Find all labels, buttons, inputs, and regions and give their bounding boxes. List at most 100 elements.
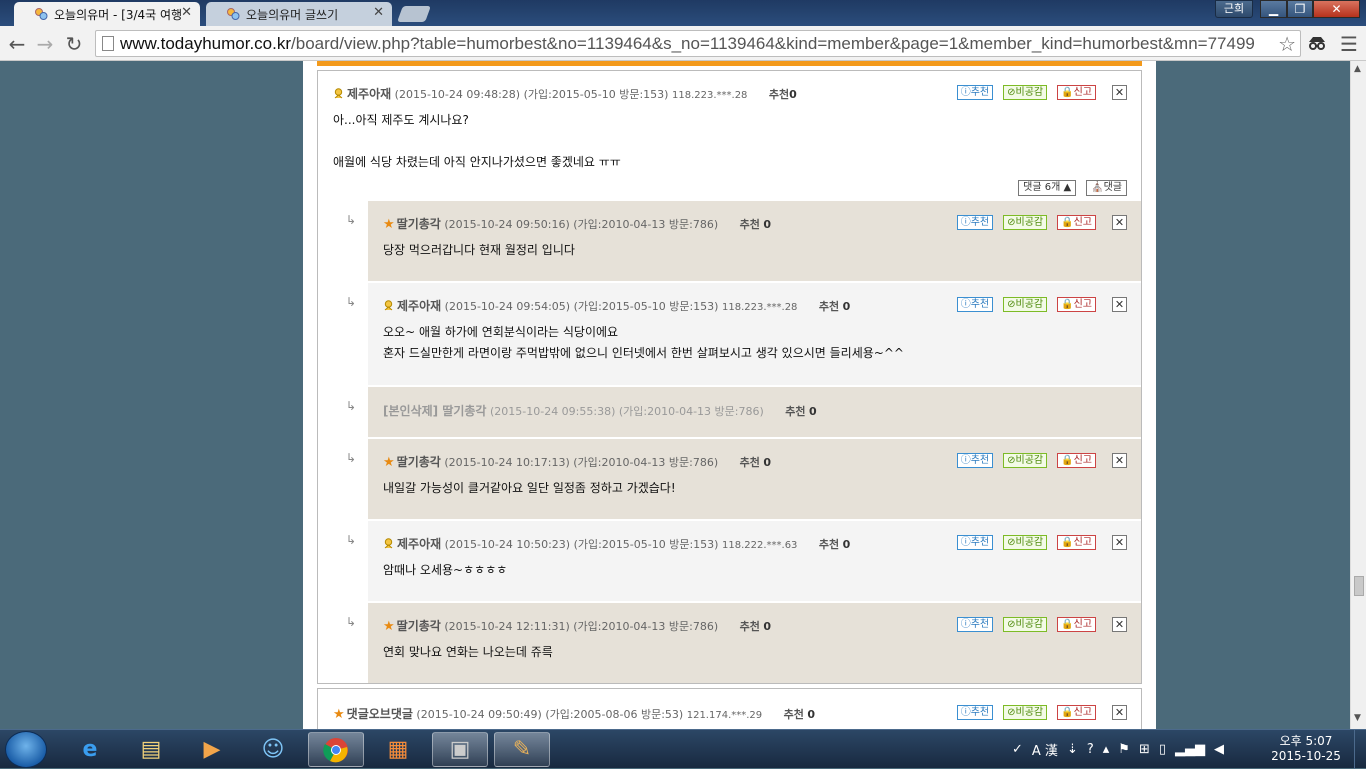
action-center-icon[interactable]: ⚑ <box>1118 742 1130 757</box>
media-player-icon[interactable]: ▶ <box>184 732 240 767</box>
delete-comment-icon[interactable]: ✕ <box>1112 617 1127 632</box>
recommend-button[interactable]: ⓘ추천 <box>956 85 994 100</box>
start-button[interactable] <box>5 731 47 768</box>
recommend-button[interactable]: ⓘ추천 <box>956 297 994 312</box>
recommend-button[interactable]: ⓘ추천 <box>956 453 994 468</box>
remote-desktop-icon[interactable]: ▣ <box>432 732 488 767</box>
comment-line-blank <box>333 131 621 152</box>
tab-todayhumor-write[interactable]: 오늘의유머 글쓰기 ✕ <box>206 2 392 26</box>
recommend-count: 0 <box>807 708 816 721</box>
comment-nick[interactable]: 댓글오브댓글 <box>347 707 413 721</box>
bookmark-star-icon[interactable]: ☆ <box>1278 32 1296 56</box>
unlike-button[interactable]: ⊘비공감 <box>1003 453 1048 468</box>
report-button[interactable]: 🔒신고 <box>1057 85 1096 100</box>
report-button[interactable]: 🔒신고 <box>1057 617 1096 632</box>
signal-icon[interactable]: ▂▄▆ <box>1175 742 1205 757</box>
incognito-icon[interactable] <box>1306 34 1328 52</box>
unlike-button[interactable]: ⊘비공감 <box>1003 535 1048 550</box>
chrome-icon[interactable] <box>308 732 364 767</box>
recommend-button[interactable]: ⓘ추천 <box>956 617 994 632</box>
forward-arrow-icon[interactable]: → <box>34 32 56 56</box>
scroll-thumb[interactable] <box>1354 576 1364 596</box>
comment-line: 애월에 식당 차렸는데 아직 안지나가셨으면 좋겠네요 ㅠㅠ <box>333 155 621 169</box>
network-shield-icon[interactable]: ✓ <box>1012 742 1023 757</box>
page-scrollbar[interactable]: ▲ ▼ <box>1350 61 1366 729</box>
reply-item: ↳ 제주아재 (2015-10-24 09:54:05) (가입:2015-05… <box>346 283 1141 385</box>
unlike-button[interactable]: ⊘비공감 <box>1003 705 1048 720</box>
recommend-button[interactable]: ⓘ추천 <box>956 535 994 550</box>
tab-todayhumor-view[interactable]: 오늘의유머 - [3/4국 여행 ✕ <box>14 2 200 26</box>
profile-badge[interactable]: 근희 <box>1215 0 1253 18</box>
comment-nick[interactable]: 제주아재 <box>347 87 391 101</box>
site-favicon-icon <box>35 8 48 20</box>
delete-comment-icon[interactable]: ✕ <box>1112 85 1127 100</box>
report-button[interactable]: 🔒신고 <box>1057 453 1096 468</box>
recommend-count: 0 <box>763 456 772 469</box>
recommend-button[interactable]: ⓘ추천 <box>956 215 994 230</box>
write-reply-button[interactable]: ⛪댓글 <box>1086 180 1127 196</box>
back-arrow-icon[interactable]: ← <box>6 32 28 56</box>
delete-comment-icon[interactable]: ✕ <box>1112 453 1127 468</box>
delete-comment-icon[interactable]: ✕ <box>1112 297 1127 312</box>
messenger-icon[interactable]: ☺ <box>245 732 301 767</box>
comment-meta: (2015-10-24 09:55:38) (가입:2010-04-13 방문:… <box>489 405 764 418</box>
reload-icon[interactable]: ↻ <box>63 32 85 56</box>
paint-icon[interactable]: ✎ <box>494 732 550 767</box>
comment-meta: (2015-10-24 09:50:16) (가입:2010-04-13 방문:… <box>444 218 719 231</box>
help-icon[interactable]: ? <box>1087 742 1094 757</box>
comment-nick[interactable]: 딸기총각 <box>397 455 441 469</box>
comment-nick[interactable]: 제주아재 <box>397 299 441 313</box>
recommend-count: 0 <box>763 620 772 633</box>
clock-time: 오후 5:07 <box>1279 734 1333 748</box>
chrome-menu-icon[interactable]: ☰ <box>1340 32 1358 56</box>
delete-comment-icon[interactable]: ✕ <box>1112 535 1127 550</box>
tab-close-icon[interactable]: ✕ <box>181 5 192 20</box>
unlike-button[interactable]: ⊘비공감 <box>1003 297 1048 312</box>
comment-actions: ⓘ추천 ⊘비공감 🔒신고 ✕ <box>947 535 1127 550</box>
unlike-button[interactable]: ⊘비공감 <box>1003 617 1048 632</box>
comment-nick[interactable]: 딸기총각 <box>397 217 441 231</box>
star-member-icon: ★ <box>383 455 395 470</box>
tray-expand-icon[interactable]: ▴ <box>1103 742 1110 757</box>
report-button[interactable]: 🔒신고 <box>1057 297 1096 312</box>
comment-sub-actions: 댓글 6개 ▲ ⛪댓글 <box>1008 180 1127 196</box>
minimize-button[interactable]: ▁ <box>1260 0 1287 18</box>
close-window-button[interactable]: ✕ <box>1313 0 1360 18</box>
ime-indicator[interactable]: A 漢 <box>1032 740 1058 759</box>
toggle-replies-button[interactable]: 댓글 6개 ▲ <box>1018 180 1077 196</box>
unlike-button[interactable]: ⊘비공감 <box>1003 85 1048 100</box>
reply-item: ↳ ★ 딸기총각 (2015-10-24 09:50:16) (가입:2010-0… <box>346 201 1141 281</box>
report-button[interactable]: 🔒신고 <box>1057 705 1096 720</box>
file-explorer-icon[interactable]: ▤ <box>123 732 179 767</box>
address-bar[interactable]: www.todayhumor.co.kr/board/view.php?tabl… <box>95 30 1301 57</box>
scroll-up-icon[interactable]: ▲ <box>1354 64 1361 74</box>
recommend-label: 추천 <box>739 218 760 231</box>
delete-comment-icon[interactable]: ✕ <box>1112 705 1127 720</box>
scroll-down-icon[interactable]: ▼ <box>1354 713 1361 723</box>
comment-line: 암때나 오세용~ㅎㅎㅎㅎ <box>383 563 508 577</box>
clipboard-icon[interactable]: ▯ <box>1159 742 1166 757</box>
comment-nick[interactable]: 딸기총각 <box>397 619 441 633</box>
member-icon <box>384 538 393 549</box>
tab-close-icon[interactable]: ✕ <box>373 5 384 20</box>
system-clock[interactable]: 오후 5:07 2015-10-25 <box>1266 734 1346 764</box>
show-desktop-button[interactable] <box>1354 730 1366 769</box>
windows-flag-icon[interactable]: ⊞ <box>1139 742 1150 757</box>
recommend-button[interactable]: ⓘ추천 <box>956 705 994 720</box>
url-text[interactable]: www.todayhumor.co.kr/board/view.php?tabl… <box>120 34 1255 54</box>
maximize-button[interactable]: ❐ <box>1287 0 1313 18</box>
start-grid-icon[interactable]: ▦ <box>370 732 426 767</box>
delete-comment-icon[interactable]: ✕ <box>1112 215 1127 230</box>
report-button[interactable]: 🔒신고 <box>1057 215 1096 230</box>
volume-icon[interactable]: ◀ <box>1214 742 1224 757</box>
ime-options-icon[interactable]: ⇣ <box>1067 742 1078 757</box>
report-button[interactable]: 🔒신고 <box>1057 535 1096 550</box>
new-tab-button[interactable] <box>397 6 431 22</box>
comment-thread: 제주아재 (2015-10-24 09:48:28) (가입:2015-05-1… <box>317 70 1142 684</box>
comment-body: 연회 맞나요 연화는 나오는데 쥬륵 <box>383 642 553 663</box>
unlike-button[interactable]: ⊘비공감 <box>1003 215 1048 230</box>
browser-toolbar: ← → ↻ www.todayhumor.co.kr/board/view.ph… <box>0 26 1366 61</box>
internet-explorer-icon[interactable]: e <box>62 732 118 767</box>
windows-taskbar: e ▤ ▶ ☺ ▦ ▣ ✎ ✓ A 漢 ⇣ ? ▴ ⚑ ⊞ ▯ ▂▄▆ ◀ 오후… <box>0 729 1366 769</box>
comment-nick[interactable]: 제주아재 <box>397 537 441 551</box>
